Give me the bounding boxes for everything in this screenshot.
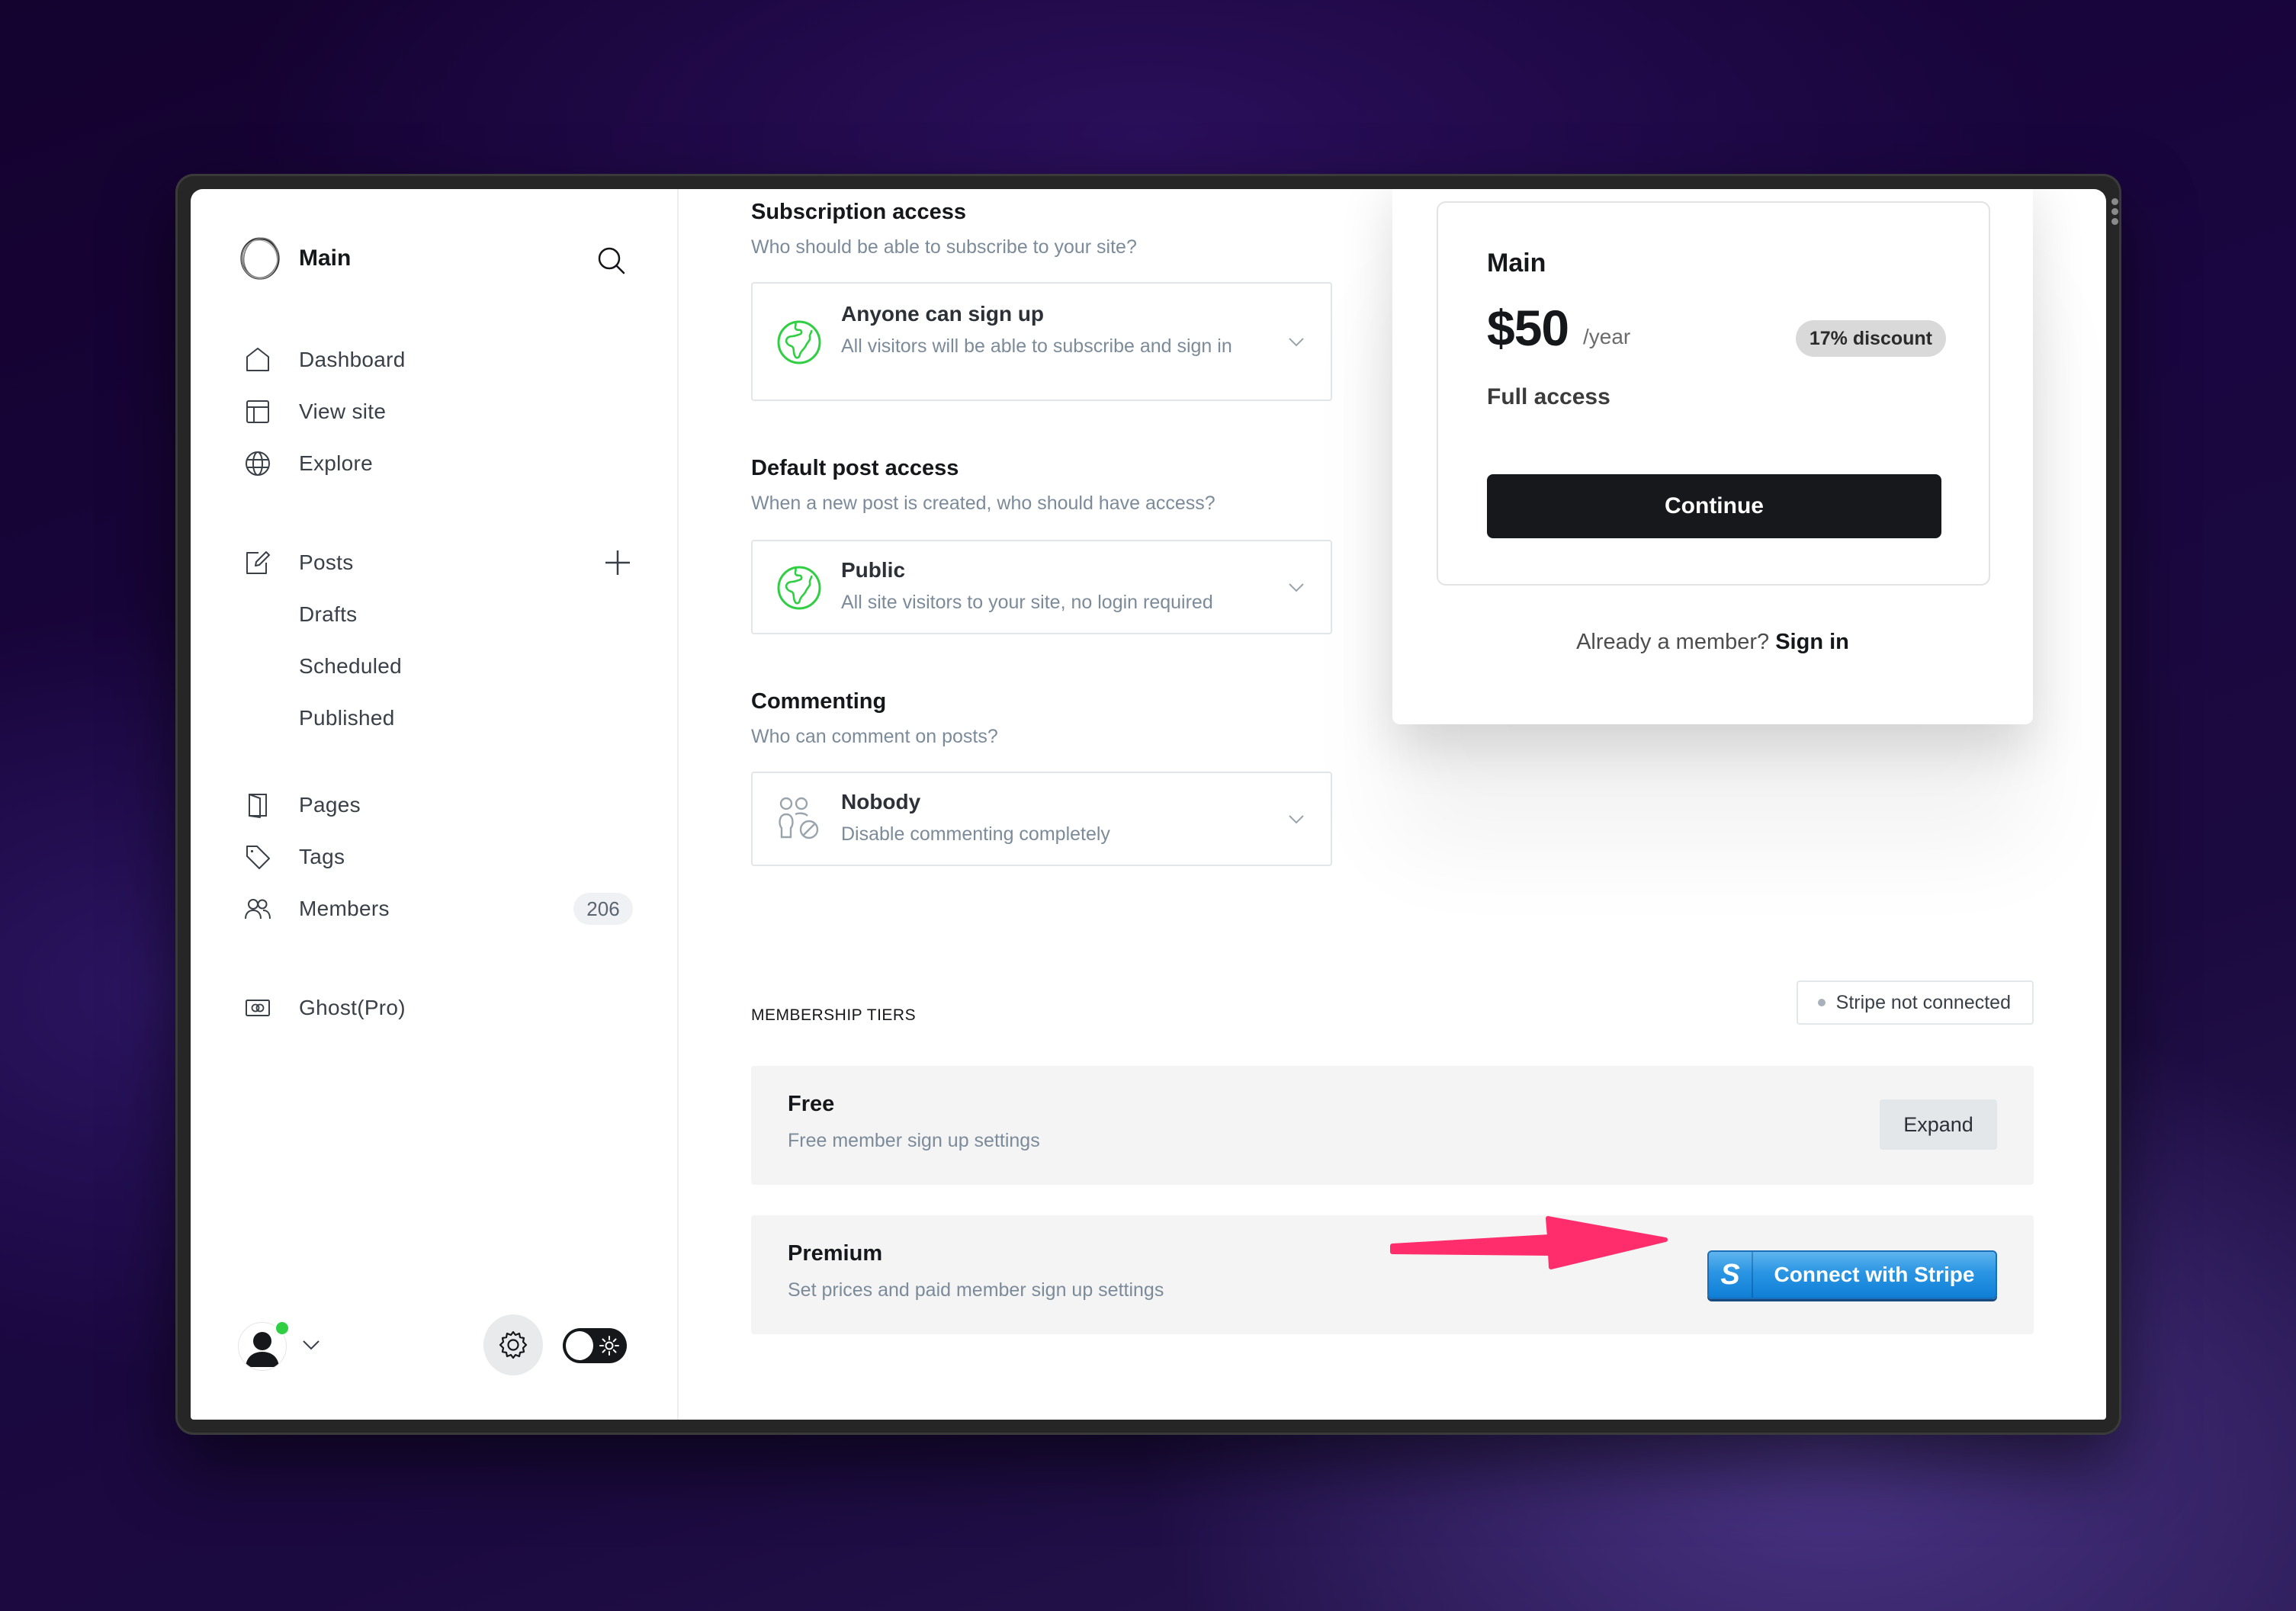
ghost-pro-icon	[244, 994, 271, 1022]
brand[interactable]: Main	[238, 236, 351, 281]
subscription-access-title: Subscription access	[751, 200, 967, 224]
app-window: Main Dashboard View site Explore Posts D…	[191, 189, 2106, 1420]
primary-nav: Dashboard View site Explore	[244, 334, 633, 489]
subscription-access-description: Who should be able to subscribe to your …	[751, 236, 1137, 258]
connect-with-stripe-button[interactable]: S Connect with Stripe	[1707, 1250, 1997, 1299]
settings-button[interactable]	[483, 1314, 543, 1375]
posts-nav: Posts Drafts Scheduled Published	[244, 537, 633, 744]
signin-prompt: Already a member? Sign in	[1392, 630, 2033, 655]
tag-icon	[244, 843, 271, 871]
sidebar-item-scheduled[interactable]: Scheduled	[244, 640, 633, 692]
toggle-knob	[566, 1331, 593, 1360]
signup-portal-preview: Main $50 /year 17% discount Full access …	[1392, 189, 2033, 724]
tier-row-free: Free Free member sign up settings Expand	[751, 1066, 2034, 1185]
search-icon[interactable]	[595, 244, 628, 278]
commenting-select[interactable]: Nobody Disable commenting completely	[751, 772, 1332, 866]
sidebar-footer	[238, 1313, 634, 1382]
tier-title: Premium	[788, 1241, 883, 1266]
no-comments-icon	[779, 797, 819, 839]
sign-in-link[interactable]: Sign in	[1775, 630, 1849, 654]
gear-icon	[499, 1330, 528, 1359]
tier-card[interactable]: Main $50 /year 17% discount Full access …	[1437, 201, 1990, 586]
annotation-arrow-icon	[1390, 1216, 1668, 1269]
sidebar-item-view-site[interactable]: View site	[244, 386, 633, 438]
chevron-down-icon	[1289, 815, 1304, 824]
default-post-access-title: Default post access	[751, 456, 959, 480]
new-post-plus-icon[interactable]	[602, 547, 633, 578]
members-icon	[244, 895, 271, 923]
connect-with-stripe-label: Connect with Stripe	[1774, 1263, 1975, 1286]
default-post-access-description: When a new post is created, who should h…	[751, 493, 1215, 514]
tier-description: Set prices and paid member sign up setti…	[788, 1279, 1164, 1301]
sidebar-item-drafts[interactable]: Drafts	[244, 589, 633, 640]
globe-africa-icon	[777, 320, 821, 364]
commenting-selected-description: Disable commenting completely	[841, 823, 1110, 845]
window-handle[interactable]	[2111, 198, 2118, 225]
expand-button[interactable]: Expand	[1880, 1099, 1997, 1150]
sun-icon	[599, 1336, 619, 1356]
layout-icon	[244, 398, 271, 425]
stripe-status-badge: Stripe not connected	[1796, 980, 2034, 1025]
chevron-down-icon	[1289, 583, 1304, 592]
tier-title: Free	[788, 1092, 835, 1116]
subscription-access-select[interactable]: Anyone can sign up All visitors will be …	[751, 282, 1332, 401]
sidebar-item-pages[interactable]: Pages	[244, 779, 633, 831]
commenting-title: Commenting	[751, 689, 887, 714]
membership-tiers-heading: MEMBERSHIP TIERS	[751, 1006, 917, 1024]
tier-benefit: Full access	[1487, 384, 1610, 409]
theme-toggle[interactable]	[563, 1328, 627, 1363]
content-nav: Pages Tags Members 206	[244, 779, 633, 935]
status-dot	[1817, 999, 1826, 1006]
site-name: Main	[299, 246, 352, 271]
commenting-selected-title: Nobody	[841, 790, 921, 814]
globe-africa-icon	[777, 566, 821, 610]
tier-name: Main	[1487, 249, 1546, 278]
continue-button[interactable]: Continue	[1487, 474, 1941, 538]
sidebar: Main Dashboard View site Explore Posts D…	[191, 189, 679, 1420]
stripe-status-text: Stripe not connected	[1835, 991, 2011, 1013]
tier-description: Free member sign up settings	[788, 1130, 1040, 1151]
stripe-logo-icon: S	[1709, 1252, 1753, 1298]
chevron-down-icon	[1289, 338, 1304, 347]
tier-price: $50	[1487, 300, 1569, 356]
sidebar-item-members[interactable]: Members 206	[244, 883, 633, 935]
commenting-description: Who can comment on posts?	[751, 726, 998, 747]
chevron-down-icon[interactable]	[300, 1337, 322, 1353]
edit-icon	[244, 549, 271, 576]
default-post-access-select[interactable]: Public All site visitors to your site, n…	[751, 540, 1332, 634]
sidebar-item-dashboard[interactable]: Dashboard	[244, 334, 633, 386]
pages-icon	[244, 791, 271, 819]
subscription-selected-description: All visitors will be able to subscribe a…	[841, 335, 1232, 357]
sidebar-item-posts[interactable]: Posts	[244, 537, 633, 589]
post-access-selected-description: All site visitors to your site, no login…	[841, 592, 1213, 613]
tier-period: /year	[1583, 325, 1631, 348]
online-status-dot	[275, 1321, 290, 1336]
sidebar-item-tags[interactable]: Tags	[244, 831, 633, 883]
post-access-selected-title: Public	[841, 558, 906, 582]
home-icon	[244, 346, 271, 374]
billing-nav: Ghost(Pro)	[244, 982, 633, 1034]
discount-badge: 17% discount	[1795, 320, 1946, 357]
site-logo-icon	[240, 237, 280, 280]
globe-icon	[244, 450, 271, 477]
members-count-badge: 206	[573, 893, 633, 925]
sidebar-item-explore[interactable]: Explore	[244, 438, 633, 489]
already-member-text: Already a member?	[1576, 630, 1770, 654]
sidebar-item-ghost-pro[interactable]: Ghost(Pro)	[244, 982, 633, 1034]
sidebar-item-published[interactable]: Published	[244, 692, 633, 744]
subscription-selected-title: Anyone can sign up	[841, 302, 1045, 326]
